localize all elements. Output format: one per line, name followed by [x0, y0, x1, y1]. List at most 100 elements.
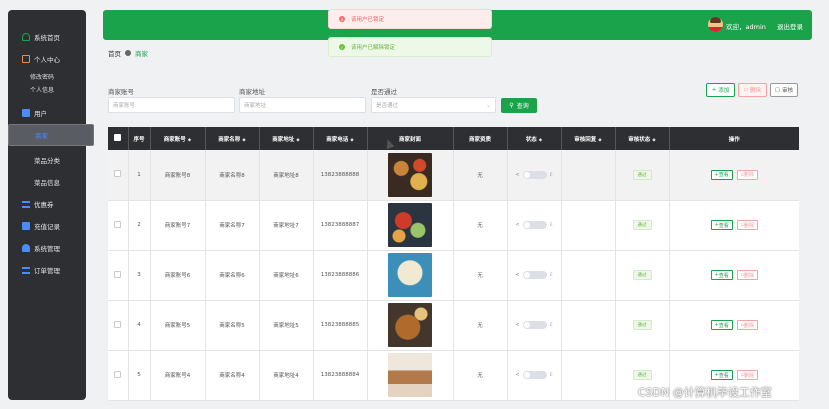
breadcrumb-home[interactable]: 首页 [108, 48, 121, 58]
sort-icon[interactable]: ◆ [598, 138, 601, 143]
sort-icon[interactable]: ◆ [350, 138, 353, 143]
delete-row-button[interactable]: ▫ 删除 [736, 320, 758, 330]
account-input[interactable]: 商家账号 [108, 97, 235, 113]
row-checkbox-cell[interactable] [108, 200, 129, 251]
col-reply[interactable]: 审核回复 ◆ [561, 127, 616, 150]
view-button[interactable]: + 查看 [710, 220, 733, 230]
audit-button-label: 审核 [782, 88, 794, 94]
select-all-checkbox[interactable] [114, 134, 122, 141]
sidebar-item-merchant[interactable]: 商家 [8, 124, 94, 146]
status-toggle[interactable] [522, 371, 547, 379]
delete-row-button[interactable]: ▫ 删除 [736, 169, 758, 180]
delete-row-button[interactable]: ▫ 删除 [736, 220, 758, 230]
logout-button[interactable]: 退出登录 [777, 21, 803, 31]
lock-icon: < [515, 322, 520, 328]
row-checkbox-cell[interactable] [108, 300, 129, 351]
row-checkbox-cell[interactable] [108, 250, 129, 301]
audit-status-badge: 通过 [632, 270, 652, 280]
cover-image[interactable] [388, 152, 432, 197]
search-button[interactable]: ⚲ 查询 [501, 98, 537, 113]
cell-status: < ℰ [507, 300, 562, 351]
cover-image[interactable] [388, 353, 432, 397]
col-address[interactable]: 商家地址 ◆ [259, 127, 314, 150]
lock-icon: < [515, 372, 520, 378]
sort-icon[interactable]: ◆ [539, 138, 542, 143]
view-button-label: 查看 [718, 222, 729, 229]
cell-name: 商家名称4 [205, 350, 260, 401]
cell-index: 2 [128, 200, 151, 251]
view-button[interactable]: + 查看 [710, 169, 733, 180]
audit-button[interactable]: ▢ 审核 [770, 83, 798, 97]
row-checkbox[interactable] [114, 320, 122, 328]
cover-image[interactable] [388, 253, 432, 297]
cell-phone: 13823888888 [313, 150, 368, 201]
col-license: 商家资质 [453, 127, 508, 150]
row-checkbox-cell[interactable] [108, 150, 129, 201]
success-toast-text: 该用户已解除锁定 [351, 45, 396, 51]
pass-select[interactable]: 是否通过 ⌄ [371, 97, 496, 113]
cell-license: 无 [453, 350, 508, 401]
sidebar-item-coupon[interactable]: 优惠券 [8, 193, 86, 215]
row-checkbox-cell[interactable] [108, 350, 129, 401]
avatar[interactable] [708, 17, 723, 32]
col-name[interactable]: 商家名称 ◆ [205, 127, 260, 150]
sidebar-item-users[interactable]: 用户 [8, 102, 86, 124]
status-toggle[interactable] [522, 170, 547, 179]
sort-icon[interactable]: ◆ [296, 138, 299, 143]
sort-icon[interactable]: ◆ [188, 138, 191, 143]
unlock-icon: ℰ [549, 372, 553, 378]
status-toggle[interactable] [522, 321, 547, 329]
sort-icon[interactable]: ◆ [652, 138, 655, 143]
row-checkbox[interactable] [114, 270, 122, 278]
sidebar-item-home[interactable]: 系统首页 [8, 26, 86, 48]
row-checkbox[interactable] [114, 170, 122, 178]
cover-image[interactable] [388, 303, 432, 347]
row-checkbox[interactable] [114, 220, 122, 228]
sort-icon[interactable]: ◆ [242, 138, 245, 143]
view-button[interactable]: + 查看 [710, 320, 733, 330]
col-index: 序号 [128, 127, 151, 150]
cell-phone: 13823888885 [313, 300, 368, 351]
breadcrumb-separator-icon [125, 50, 131, 56]
category-icon [22, 156, 30, 164]
sidebar-item-dish-category[interactable]: 菜品分类 [8, 149, 86, 171]
sidebar-item-system[interactable]: 系统管理 [8, 237, 86, 259]
add-button[interactable]: + 添加 [706, 83, 735, 97]
col-account[interactable]: 商家账号 ◆ [150, 127, 206, 150]
select-all-checkbox-cell[interactable] [108, 127, 129, 150]
view-button[interactable]: + 查看 [710, 370, 733, 380]
col-status[interactable]: 状态 ◆ [507, 127, 562, 150]
delete-button-label: 删除 [749, 88, 761, 94]
account-label: 商家账号 [108, 88, 134, 96]
sidebar-subitem-change-password[interactable]: 修改密码 [8, 70, 86, 83]
col-cover: 商家封面 [367, 127, 454, 150]
view-button[interactable]: + 查看 [710, 270, 733, 280]
recharge-icon [22, 222, 30, 230]
status-toggle[interactable] [522, 221, 547, 229]
address-input[interactable]: 商家地址 [239, 97, 366, 113]
audit-status-badge: 通过 [632, 320, 652, 330]
sidebar-item-orders[interactable]: 订单管理 [8, 259, 86, 281]
sidebar-item-dish-info[interactable]: 菜品信息 [8, 171, 86, 193]
cell-audit: 通过 [615, 200, 670, 251]
cell-index: 3 [128, 250, 151, 301]
col-phone[interactable]: 商家电话 ◆ [313, 127, 368, 150]
col-audit[interactable]: 审核状态 ◆ [615, 127, 670, 150]
unlock-icon: ℰ [549, 272, 553, 278]
delete-row-button[interactable]: ▫ 删除 [736, 270, 758, 280]
sidebar-item-label: 充值记录 [34, 223, 60, 231]
sidebar-item-label: 订单管理 [34, 267, 60, 275]
plus-icon: + [711, 87, 717, 93]
sidebar-item-personal-center[interactable]: 个人中心 [8, 48, 86, 70]
view-button-label: 查看 [718, 322, 729, 329]
home-icon [22, 33, 30, 41]
cell-status: < ℰ [507, 200, 562, 251]
cover-image[interactable] [388, 203, 432, 247]
row-checkbox[interactable] [114, 370, 122, 378]
cell-phone: 13823888884 [313, 350, 368, 401]
sidebar-item-recharge[interactable]: 充值记录 [8, 215, 86, 237]
delete-row-button[interactable]: ▫ 删除 [736, 370, 758, 380]
sidebar-subitem-personal-info[interactable]: 个人信息 [8, 83, 86, 96]
delete-button[interactable]: ▫ 删除 [738, 83, 767, 97]
status-toggle[interactable] [522, 271, 547, 279]
